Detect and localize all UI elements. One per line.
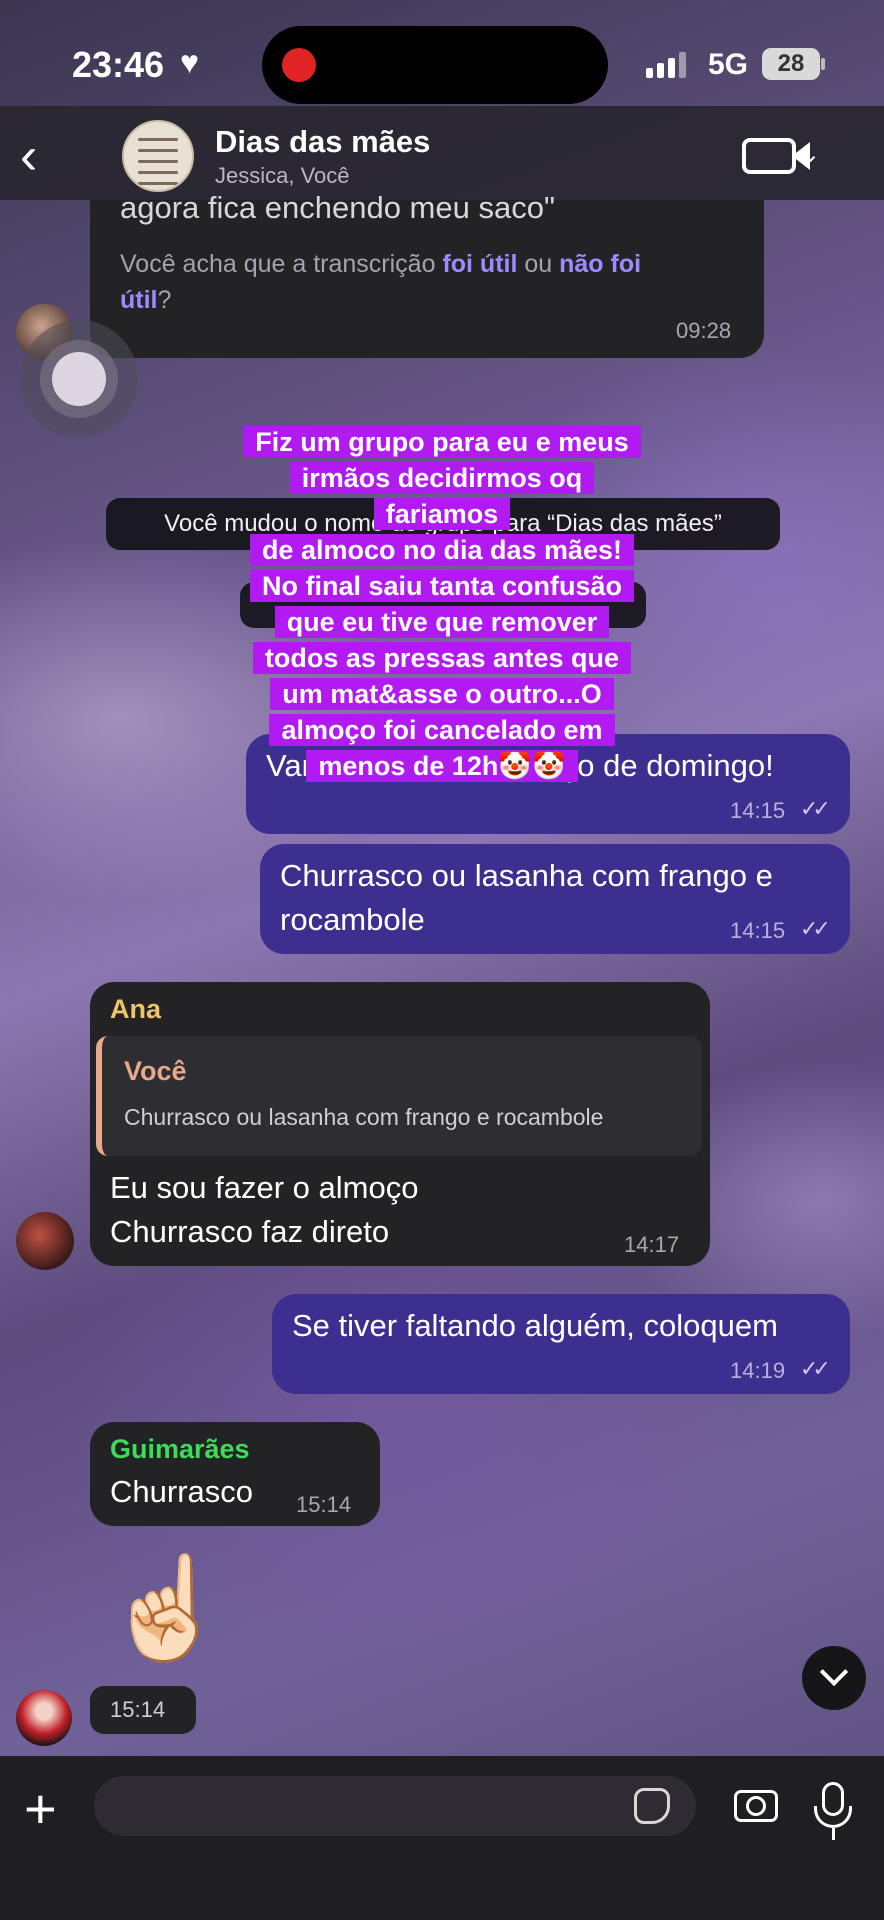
recording-indicator [282, 48, 316, 82]
sender-name: Guimarães [110, 1434, 250, 1464]
floating-assistive-core [52, 352, 106, 406]
caption-line: Fiz um grupo para eu e meus [243, 426, 641, 458]
message-time: 14:17 [624, 1232, 680, 1257]
transcript-text: agora fica enchendo meu saco" [120, 190, 555, 225]
caption-line: um mat&asse o outro...O [270, 678, 614, 710]
read-ticks-icon: ✓✓ [800, 796, 831, 821]
caption-line: No final saiu tanta confusão [249, 570, 635, 602]
caption-line: irmãos decidirmos oq [289, 462, 595, 494]
message-text: Churrasco ou lasanha com frango e [280, 858, 773, 893]
message-time: 14:19 [730, 1358, 786, 1383]
message-text: Churrasco [110, 1474, 253, 1509]
caption-line: de almoco no dia das mães! [249, 534, 635, 566]
signal-icon [646, 52, 686, 78]
message-time: 15:14 [110, 1697, 166, 1722]
read-ticks-icon: ✓✓ [800, 916, 831, 941]
message-text: Se tiver faltando alguém, coloquem [292, 1308, 778, 1343]
back-button[interactable]: ‹ [20, 126, 37, 186]
read-ticks-icon: ✓✓ [800, 1356, 831, 1381]
network-type: 5G [708, 48, 749, 81]
caption-line: todos as pressas antes que [252, 642, 632, 674]
video-caption-overlay: Fiz um grupo para eu e meus irmãos decid… [0, 424, 884, 794]
battery-icon: 28 [762, 48, 820, 80]
quote-sender: Você [124, 1056, 187, 1086]
chevron-down-icon[interactable]: ⌄ [800, 140, 820, 169]
message-time: 14:15 [730, 798, 786, 823]
transcript-feedback: Você acha que a transcrição foi útil ou … [120, 250, 642, 314]
sender-name: Ana [110, 994, 162, 1024]
status-time: 23:46 [72, 44, 165, 85]
attach-plus-icon[interactable]: + [24, 1776, 57, 1841]
camera-lens [746, 1796, 766, 1816]
video-call-icon[interactable] [742, 138, 796, 174]
message-input[interactable] [94, 1776, 696, 1836]
caption-line: que eu tive que remover [274, 606, 610, 638]
message-text: rocambole [280, 902, 425, 937]
quoted-message[interactable] [96, 1036, 702, 1156]
battery-tip [821, 58, 825, 70]
quote-text: Churrasco ou lasanha com frango e rocamb… [124, 1104, 604, 1130]
avatar[interactable] [16, 1690, 72, 1746]
caption-line: menos de 12h🤡🤡 [306, 750, 578, 782]
message-time: 15:14 [296, 1492, 352, 1517]
avatar[interactable] [16, 1212, 74, 1270]
message-time: 09:28 [676, 318, 732, 343]
useful-link[interactable]: foi útil [442, 250, 517, 278]
caption-line: fariamos [373, 498, 511, 530]
not-useful-link-cont[interactable]: útil [120, 286, 158, 314]
message-text: Churrasco faz direto [110, 1214, 390, 1249]
chat-title[interactable]: Dias das mães [215, 124, 430, 160]
caption-line: almoço foi cancelado em [269, 714, 615, 746]
message-time: 14:15 [730, 918, 786, 943]
not-useful-link[interactable]: não foi [559, 250, 641, 278]
emoji-message[interactable]: ☝🏻 [104, 1548, 229, 1668]
message-text: Eu sou fazer o almoço [110, 1170, 419, 1205]
sticker-icon[interactable] [634, 1788, 670, 1824]
microphone-base [832, 1828, 835, 1840]
group-avatar[interactable] [122, 120, 194, 192]
heart-icon: ♥ [180, 44, 199, 80]
